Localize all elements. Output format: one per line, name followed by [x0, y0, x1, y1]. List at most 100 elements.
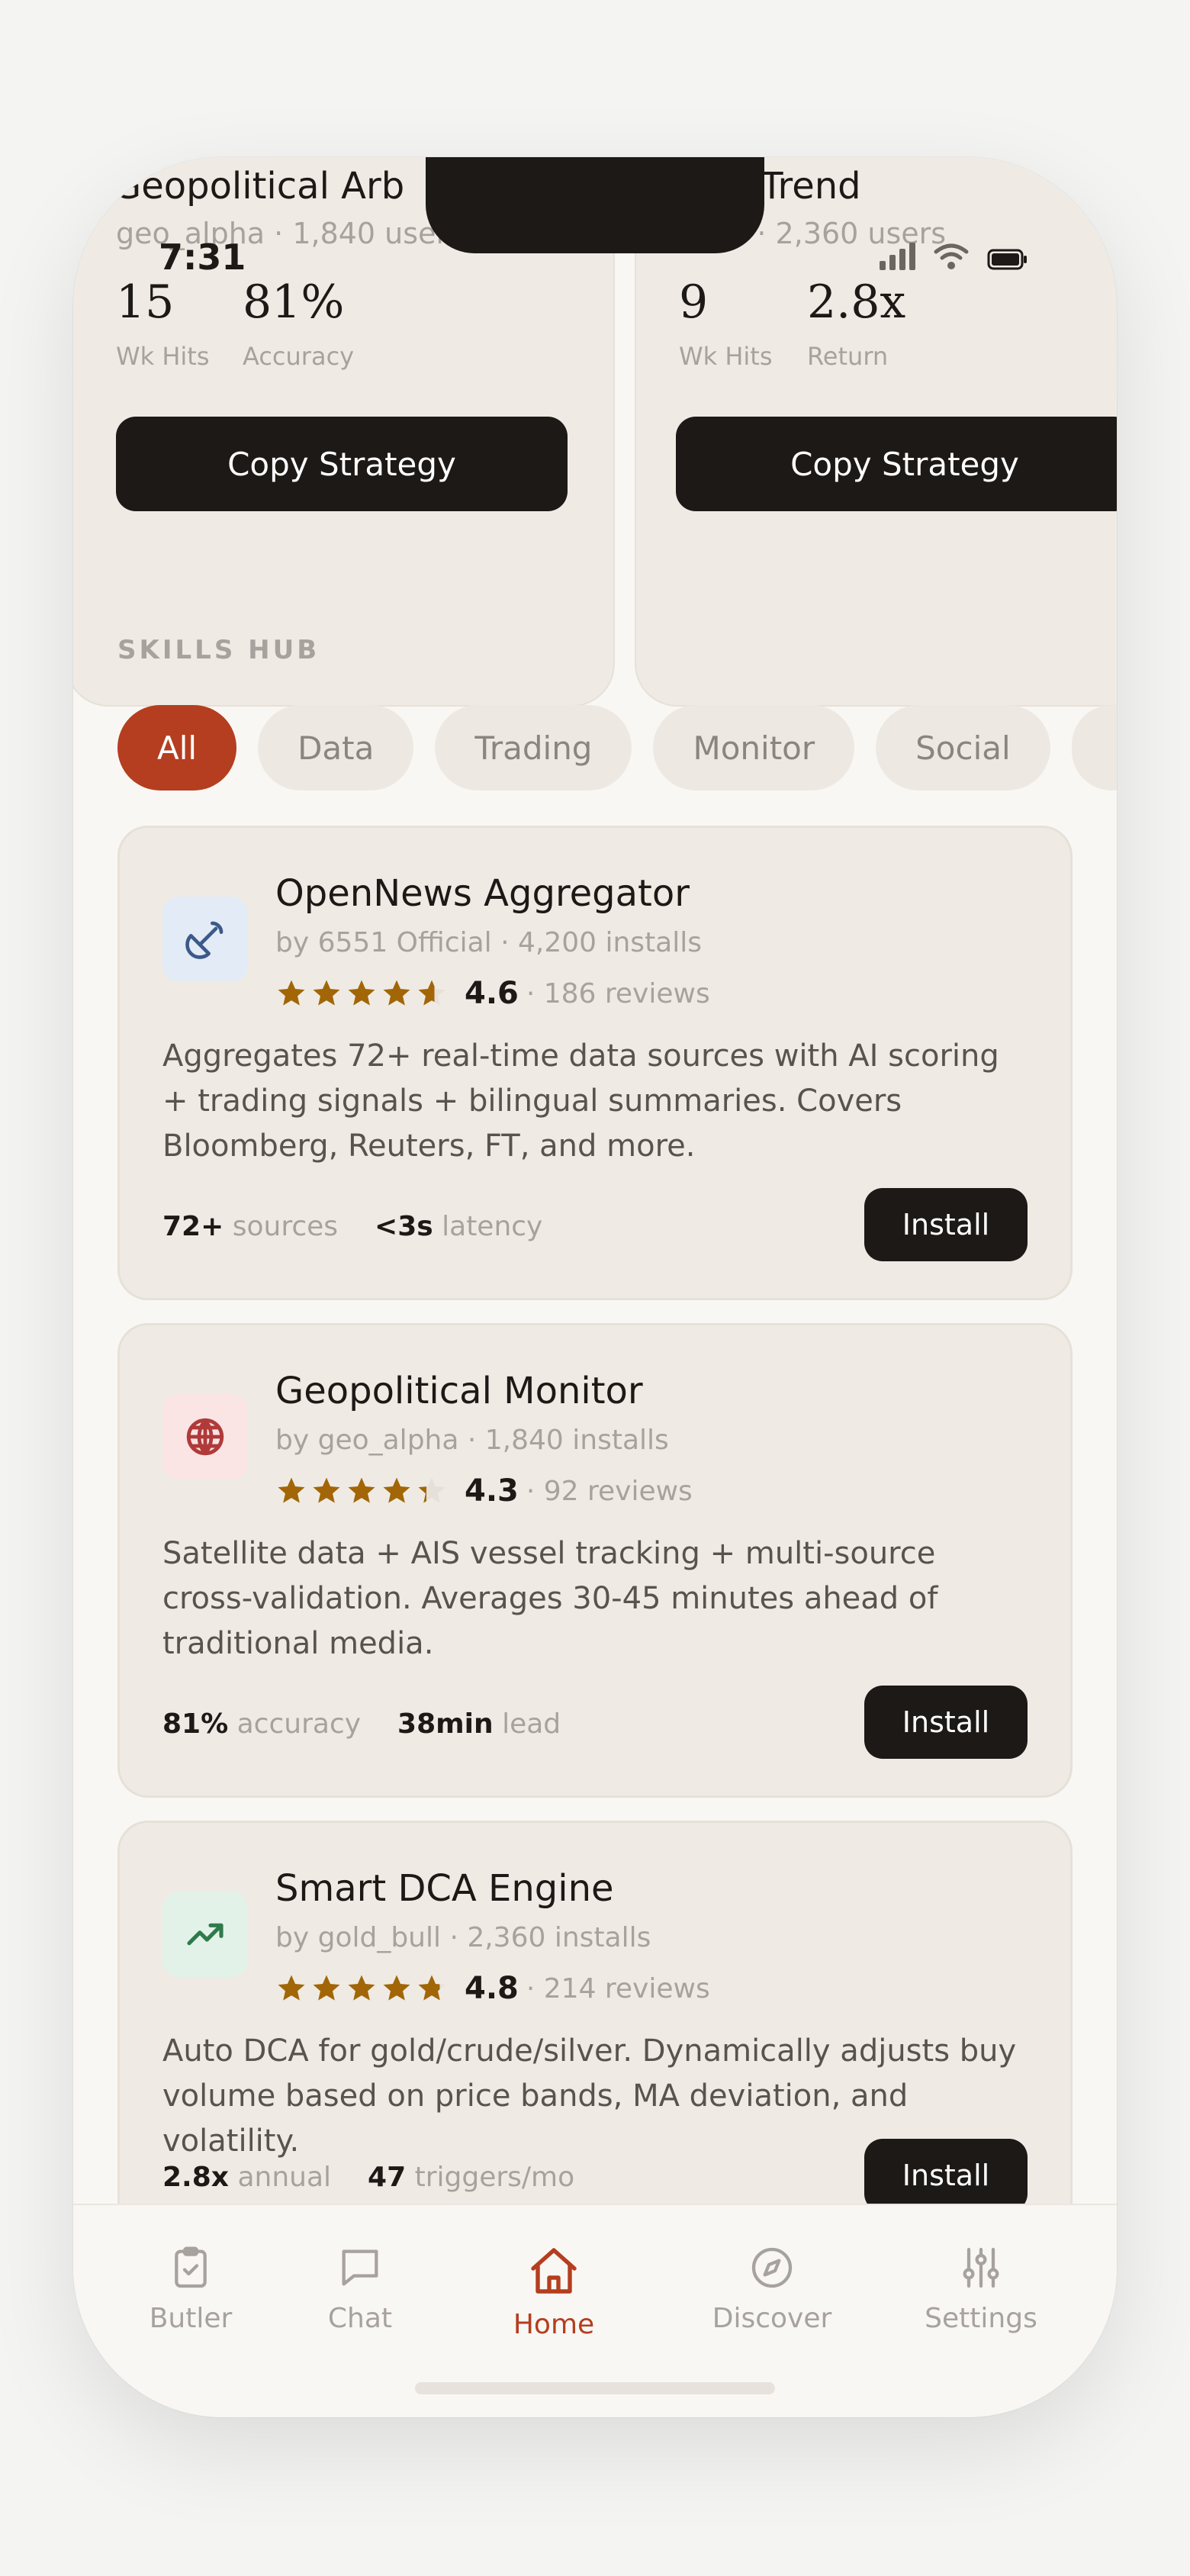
tab-home[interactable]: Home	[478, 2243, 630, 2340]
compass-icon	[751, 2247, 793, 2288]
rating-row: 4.8 · 214 reviews	[275, 1971, 710, 2006]
star-icon	[348, 1975, 375, 2001]
star-icon	[278, 1975, 305, 2001]
star-icon	[278, 1477, 305, 1503]
star-icon	[418, 980, 445, 1006]
stat-label: Wk Hits	[679, 342, 773, 371]
tab-discover[interactable]: Discover	[696, 2243, 848, 2334]
sliders-icon	[963, 2247, 999, 2288]
satellite-dish-icon	[185, 921, 224, 959]
battery-icon	[987, 249, 1027, 270]
strategy-title: Geopolitical Arb	[113, 165, 405, 208]
star-rating	[275, 1972, 448, 2004]
tab-label: Home	[513, 2309, 595, 2340]
tab-label: Chat	[327, 2303, 393, 2334]
skill-name: Geopolitical Monitor	[275, 1370, 643, 1412]
review-count: · 214 reviews	[526, 1972, 710, 2004]
stat-label: Return	[807, 342, 889, 371]
chat-bubble-icon	[342, 2249, 378, 2286]
phone-frame: Geopolitical Arb geo_alpha · 1,840 users…	[73, 157, 1117, 2417]
category-chips: All Data Trading Monitor Social	[117, 705, 1117, 791]
metric: <3s latency	[375, 1211, 543, 1242]
chip-data[interactable]: Data	[258, 705, 414, 791]
chip-social[interactable]: Social	[876, 705, 1050, 791]
skill-meta: by gold_bull · 2,360 installs	[275, 1922, 651, 1953]
chip-all[interactable]: All	[117, 705, 237, 791]
stat-label: Accuracy	[243, 342, 355, 371]
cellular-signal-icon	[880, 243, 915, 270]
skill-description: Aggregates 72+ real-time data sources wi…	[162, 1038, 999, 1164]
star-rating	[275, 977, 448, 1009]
star-icon	[418, 1477, 445, 1503]
metric: 81% accuracy	[162, 1708, 362, 1740]
star-icon	[348, 1477, 375, 1503]
strategy-stat: 2.8x Return	[807, 279, 905, 371]
skill-name: Smart DCA Engine	[275, 1867, 614, 1910]
tab-chat[interactable]: Chat	[284, 2243, 436, 2334]
tab-settings[interactable]: Settings	[905, 2243, 1057, 2334]
strategy-stat: 9 Wk Hits	[679, 279, 773, 371]
star-icon	[278, 980, 305, 1006]
tab-label: Settings	[925, 2303, 1037, 2334]
skill-metrics: 81% accuracy 38min lead	[162, 1708, 561, 1740]
tab-label: Butler	[149, 2303, 233, 2334]
status-icons	[880, 243, 1028, 270]
globe-icon	[186, 1418, 224, 1456]
skill-metrics: 72+ sources <3s latency	[162, 1211, 542, 1242]
stat-value: 9	[679, 275, 709, 329]
skill-meta: by 6551 Official · 4,200 installs	[275, 927, 703, 958]
star-rating	[275, 1475, 448, 1507]
skill-meta: by geo_alpha · 1,840 installs	[275, 1425, 669, 1456]
stat-value: 2.8x	[807, 275, 906, 329]
chip-trading[interactable]: Trading	[435, 705, 632, 791]
skill-icon-tile	[162, 1892, 248, 1977]
trending-up-icon	[187, 1923, 224, 1946]
rating-row: 4.6 · 186 reviews	[275, 976, 710, 1011]
skill-name: OpenNews Aggregator	[275, 872, 690, 915]
dynamic-island	[426, 157, 764, 253]
section-title-skills-hub: SKILLS HUB	[117, 635, 320, 665]
rating-row: 4.3 · 92 reviews	[275, 1473, 693, 1509]
stat-value: 81%	[243, 275, 345, 329]
strategy-stat: 81% Accuracy	[243, 279, 354, 371]
tab-label: Discover	[712, 2303, 832, 2334]
skill-description: Satellite data + AIS vessel tracking + m…	[162, 1536, 938, 1661]
skill-icon-tile	[162, 1394, 248, 1480]
strategy-stat: 15 Wk Hits	[116, 279, 210, 371]
star-icon	[313, 1477, 340, 1503]
star-icon	[383, 1975, 410, 2001]
skill-card[interactable]: OpenNews Aggregator by 6551 Official · 4…	[117, 826, 1073, 1300]
stat-label: Wk Hits	[116, 342, 210, 371]
chip-monitor[interactable]: Monitor	[653, 705, 855, 791]
home-indicator	[415, 2382, 775, 2394]
metric: 47 triggers/mo	[368, 2162, 575, 2193]
copy-strategy-button[interactable]: Copy Strategy	[676, 417, 1117, 511]
metric: 72+ sources	[162, 1211, 339, 1242]
rating-value: 4.3	[465, 1473, 519, 1509]
star-icon	[313, 980, 340, 1006]
skill-metrics: 2.8x annual 47 triggers/mo	[162, 2162, 574, 2193]
home-icon	[531, 2248, 577, 2294]
metric: 38min lead	[397, 1708, 561, 1740]
copy-strategy-button[interactable]: Copy Strategy	[116, 417, 568, 511]
install-button[interactable]: Install	[864, 1686, 1028, 1759]
rating-value: 4.6	[465, 976, 519, 1011]
review-count: · 186 reviews	[526, 977, 710, 1009]
metric: 2.8x annual	[162, 2162, 332, 2193]
skill-card[interactable]: Geopolitical Monitor by geo_alpha · 1,84…	[117, 1323, 1073, 1798]
star-icon	[383, 980, 410, 1006]
skill-icon-tile	[162, 897, 248, 982]
tab-butler[interactable]: Butler	[114, 2243, 267, 2334]
install-button[interactable]: Install	[864, 1188, 1028, 1261]
star-icon	[418, 1975, 445, 2001]
install-button[interactable]: Install	[864, 2139, 1028, 2212]
star-icon	[348, 980, 375, 1006]
chip-more[interactable]	[1071, 705, 1117, 791]
rating-value: 4.8	[465, 1971, 519, 2006]
status-time: 7:31	[159, 237, 246, 278]
stat-value: 15	[116, 275, 175, 329]
clipboard-check-icon	[175, 2246, 207, 2288]
wifi-icon	[934, 243, 969, 269]
review-count: · 92 reviews	[526, 1475, 693, 1507]
star-icon	[383, 1477, 410, 1503]
